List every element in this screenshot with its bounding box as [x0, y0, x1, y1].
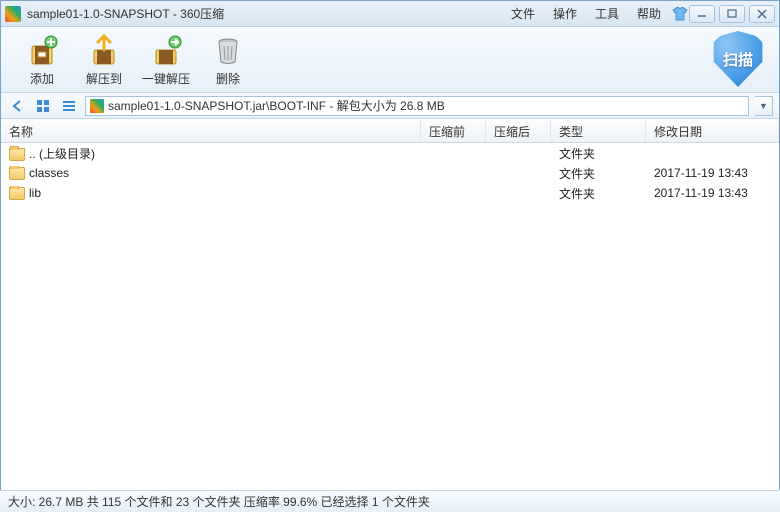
add-icon [24, 32, 60, 68]
file-list[interactable]: .. (上级目录) 文件夹 classes 文件夹 2017-11-19 13:… [1, 143, 779, 467]
col-name[interactable]: 名称 [1, 119, 421, 142]
add-button[interactable]: 添加 [11, 32, 73, 87]
window-title: sample01-1.0-SNAPSHOT - 360压缩 [27, 5, 224, 22]
view-icons-button[interactable] [33, 97, 53, 115]
extract-to-button[interactable]: 解压到 [73, 32, 135, 87]
titlebar: sample01-1.0-SNAPSHOT - 360压缩 文件 操作 工具 帮… [1, 1, 779, 27]
delete-icon [210, 32, 246, 68]
folder-icon [9, 187, 25, 200]
menubar: 文件 操作 工具 帮助 [511, 5, 661, 22]
menu-file[interactable]: 文件 [511, 5, 535, 22]
extract-to-label: 解压到 [86, 70, 122, 87]
back-button[interactable] [7, 97, 27, 115]
statusbar: 大小: 26.7 MB 共 115 个文件和 23 个文件夹 压缩率 99.6%… [0, 490, 780, 512]
scan-button[interactable]: 扫描 [709, 31, 767, 87]
folder-icon [9, 148, 25, 161]
extract-to-icon [86, 32, 122, 68]
maximize-button[interactable] [719, 5, 745, 23]
list-item[interactable]: .. (上级目录) 文件夹 [1, 143, 779, 163]
navbar: sample01-1.0-SNAPSHOT.jar\BOOT-INF - 解包大… [1, 93, 779, 119]
list-item[interactable]: classes 文件夹 2017-11-19 13:43 [1, 163, 779, 183]
col-type[interactable]: 类型 [551, 119, 646, 142]
path-dropdown[interactable]: ▼ [755, 96, 773, 116]
folder-icon [9, 167, 25, 180]
column-headers: 名称 压缩前 压缩后 类型 修改日期 [1, 119, 779, 143]
col-before[interactable]: 压缩前 [421, 119, 486, 142]
add-label: 添加 [30, 70, 54, 87]
one-click-label: 一键解压 [142, 70, 190, 87]
delete-button[interactable]: 删除 [197, 32, 259, 87]
view-list-button[interactable] [59, 97, 79, 115]
menu-operate[interactable]: 操作 [553, 5, 577, 22]
one-click-extract-button[interactable]: 一键解压 [135, 32, 197, 87]
toolbar: 添加 解压到 一键解压 [1, 27, 779, 93]
menu-tools[interactable]: 工具 [595, 5, 619, 22]
close-button[interactable] [749, 5, 775, 23]
delete-label: 删除 [216, 70, 240, 87]
minimize-button[interactable] [689, 5, 715, 23]
shield-icon: 扫描 [709, 31, 767, 87]
col-after[interactable]: 压缩后 [486, 119, 551, 142]
status-text: 大小: 26.7 MB 共 115 个文件和 23 个文件夹 压缩率 99.6%… [8, 493, 430, 510]
list-item[interactable]: lib 文件夹 2017-11-19 13:43 [1, 183, 779, 203]
skin-icon[interactable] [671, 5, 689, 23]
one-click-icon [148, 32, 184, 68]
archive-icon [90, 99, 104, 113]
menu-help[interactable]: 帮助 [637, 5, 661, 22]
app-icon [5, 6, 21, 22]
col-date[interactable]: 修改日期 [646, 119, 779, 142]
path-input[interactable]: sample01-1.0-SNAPSHOT.jar\BOOT-INF - 解包大… [85, 96, 749, 116]
path-text: sample01-1.0-SNAPSHOT.jar\BOOT-INF - 解包大… [108, 97, 445, 114]
window-controls [689, 5, 775, 23]
